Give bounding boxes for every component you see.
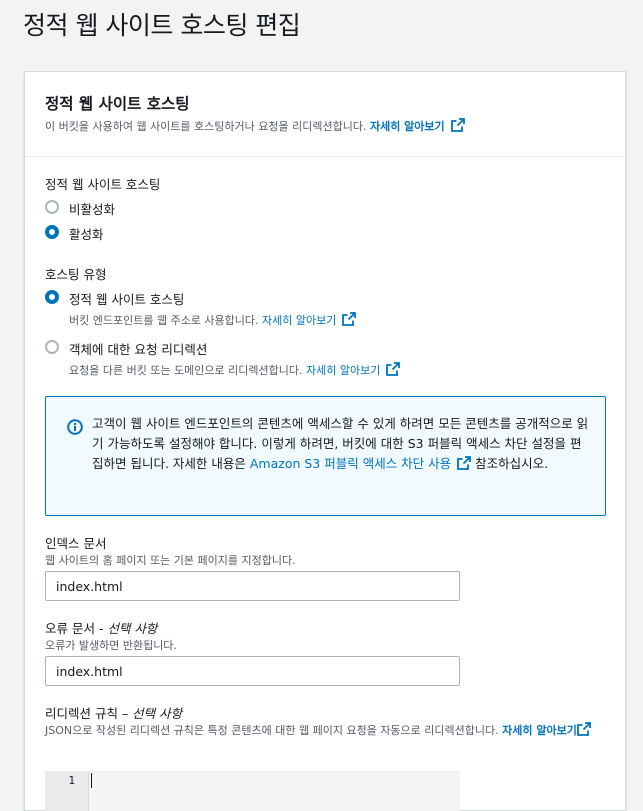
page-title: 정적 웹 사이트 호스팅 편집 — [23, 11, 301, 40]
radio-redirect-desc-text: 요청을 다른 버킷 또는 도메인으로 리디렉션합니다. — [69, 364, 303, 377]
learn-more-label: 자세히 알아보기 — [306, 364, 381, 377]
radio-host-static-desc-text: 버킷 엔드포인트를 웹 주소로 사용합니다. — [69, 314, 259, 327]
radio-disable[interactable]: 비활성화 — [45, 199, 115, 218]
radio-redirect-desc: 요청을 다른 버킷 또는 도메인으로 리디렉션합니다. 자세히 알아보기 — [69, 362, 401, 378]
index-document-desc: 웹 사이트의 홈 페이지 또는 기본 페이지를 지정합니다. — [45, 554, 296, 567]
external-link-icon — [386, 362, 401, 376]
hosting-label: 정적 웹 사이트 호스팅 — [45, 177, 161, 192]
radio-redirect[interactable]: 객체에 대한 요청 리디렉션 요청을 다른 버킷 또는 도메인으로 리디렉션합니… — [45, 339, 401, 378]
learn-more-link[interactable]: 자세히 알아보기 — [369, 118, 465, 133]
radio-host-static-circle[interactable] — [45, 290, 59, 304]
error-document-desc: 오류가 발생하면 반환됩니다. — [45, 639, 177, 652]
radio-enable-circle[interactable] — [45, 225, 59, 239]
panel-description-text: 이 버킷을 사용하여 웹 사이트를 호스팅하거나 요청을 리디렉션합니다. — [45, 120, 367, 133]
radio-disable-label: 비활성화 — [69, 202, 116, 217]
radio-host-static-text: 정적 웹 사이트 호스팅 버킷 엔드포인트를 웹 주소로 사용합니다. 자세히 … — [69, 289, 357, 328]
learn-more-link-static[interactable]: 자세히 알아보기 — [262, 312, 357, 327]
panel-title: 정적 웹 사이트 호스팅 — [45, 95, 190, 113]
external-link-icon — [457, 456, 472, 470]
learn-more-link-redirect[interactable]: 자세히 알아보기 — [306, 362, 401, 377]
block-public-access-link-label: Amazon S3 퍼블릭 액세스 차단 사용 — [249, 456, 452, 471]
radio-redirect-label: 객체에 대한 요청 리디렉션 — [69, 342, 208, 357]
radio-enable[interactable]: 활성화 — [45, 224, 104, 243]
error-document-input[interactable] — [45, 656, 460, 686]
redirection-rules-label-text: 리디렉션 규칙 – — [45, 706, 133, 721]
learn-more-link-redirection[interactable]: 자세히 알아보기 — [502, 722, 593, 737]
error-document-label-text: 오류 문서 - — [45, 621, 108, 636]
radio-disable-circle[interactable] — [45, 200, 59, 214]
static-website-hosting-panel: 정적 웹 사이트 호스팅 이 버킷을 사용하여 웹 사이트를 호스팅하거나 요청… — [24, 71, 626, 811]
error-document-label: 오류 문서 - 선택 사항 — [45, 618, 157, 637]
index-document-label: 인덱스 문서 — [45, 536, 107, 551]
radio-redirect-circle[interactable] — [45, 340, 59, 354]
learn-more-label: 자세히 알아보기 — [502, 724, 577, 737]
alert-text: 고객이 웹 사이트 엔드포인트의 콘텐츠에 액세스할 수 있게 하려면 모든 콘… — [92, 414, 592, 474]
panel-header: 정적 웹 사이트 호스팅 이 버킷을 사용하여 웹 사이트를 호스팅하거나 요청… — [25, 72, 625, 157]
alert-text-after: 참조하십시오. — [471, 456, 549, 471]
optional-tag: 선택 사항 — [132, 706, 183, 721]
learn-more-label: 자세히 알아보기 — [262, 314, 337, 327]
redirection-rules-label: 리디렉션 규칙 – 선택 사항 — [45, 703, 182, 722]
learn-more-label: 자세히 알아보기 — [369, 120, 445, 133]
redirection-rules-desc-text: JSON으로 작성된 리디렉션 규칙은 특정 콘텐츠에 대한 웹 페이지 요청을… — [45, 724, 499, 737]
panel-description: 이 버킷을 사용하여 웹 사이트를 호스팅하거나 요청을 리디렉션합니다. 자세… — [45, 118, 465, 134]
optional-tag: 선택 사항 — [107, 621, 158, 636]
external-link-icon — [450, 118, 465, 132]
redirection-rules-editor[interactable]: 1 — [45, 771, 460, 811]
radio-enable-label: 활성화 — [69, 227, 104, 242]
editor-gutter: 1 — [45, 772, 89, 811]
info-alert: 고객이 웹 사이트 엔드포인트의 콘텐츠에 액세스할 수 있게 하려면 모든 콘… — [45, 396, 606, 516]
external-link-icon — [576, 722, 591, 736]
radio-host-static[interactable]: 정적 웹 사이트 호스팅 버킷 엔드포인트를 웹 주소로 사용합니다. 자세히 … — [45, 289, 357, 328]
redirection-rules-desc: JSON으로 작성된 리디렉션 규칙은 특정 콘텐츠에 대한 웹 페이지 요청을… — [45, 722, 605, 739]
external-link-icon — [342, 312, 357, 326]
hosting-type-label: 호스팅 유형 — [45, 267, 107, 282]
block-public-access-link[interactable]: Amazon S3 퍼블릭 액세스 차단 사용 — [249, 456, 472, 471]
radio-host-static-desc: 버킷 엔드포인트를 웹 주소로 사용합니다. 자세히 알아보기 — [69, 312, 357, 328]
radio-host-static-label: 정적 웹 사이트 호스팅 — [69, 292, 185, 307]
index-document-input[interactable] — [45, 571, 460, 601]
radio-redirect-text: 객체에 대한 요청 리디렉션 요청을 다른 버킷 또는 도메인으로 리디렉션합니… — [69, 339, 401, 378]
line-number: 1 — [68, 774, 75, 787]
info-icon — [67, 419, 83, 435]
